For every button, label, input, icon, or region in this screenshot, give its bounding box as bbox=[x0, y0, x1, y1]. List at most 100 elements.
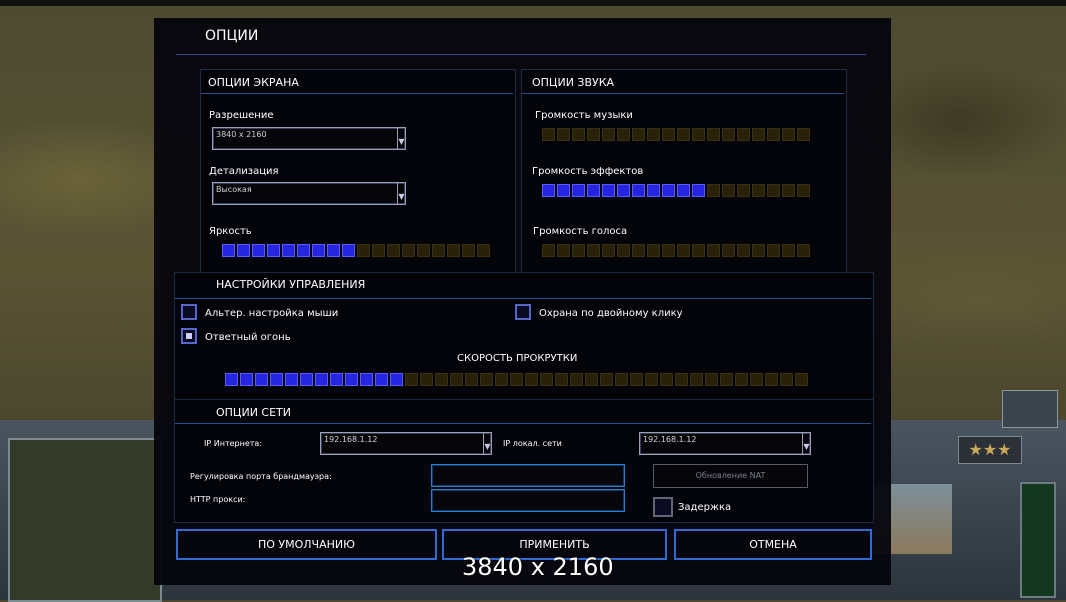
slider-segment[interactable] bbox=[617, 128, 630, 141]
slider-segment[interactable] bbox=[542, 184, 555, 197]
slider-segment[interactable] bbox=[797, 244, 810, 257]
slider-segment[interactable] bbox=[632, 128, 645, 141]
slider-segment[interactable] bbox=[795, 373, 808, 386]
slider-segment[interactable] bbox=[342, 244, 355, 257]
chevron-down-icon[interactable]: ▼ bbox=[802, 433, 810, 454]
defaults-button[interactable]: ПО УМОЛЧАНИЮ bbox=[176, 529, 437, 560]
http-proxy-input[interactable] bbox=[431, 489, 625, 512]
slider-segment[interactable] bbox=[222, 244, 235, 257]
slider-segment[interactable] bbox=[357, 244, 370, 257]
slider-segment[interactable] bbox=[587, 128, 600, 141]
scroll-speed-slider[interactable] bbox=[225, 373, 808, 386]
local-ip-dropdown[interactable]: 192.168.1.12 ▼ bbox=[639, 432, 811, 455]
voice-volume-slider[interactable] bbox=[542, 244, 810, 257]
slider-segment[interactable] bbox=[677, 244, 690, 257]
slider-segment[interactable] bbox=[675, 373, 688, 386]
slider-segment[interactable] bbox=[602, 184, 615, 197]
slider-segment[interactable] bbox=[435, 373, 448, 386]
slider-segment[interactable] bbox=[707, 128, 720, 141]
slider-segment[interactable] bbox=[237, 244, 250, 257]
chevron-down-icon[interactable]: ▼ bbox=[397, 128, 405, 149]
slider-segment[interactable] bbox=[632, 244, 645, 257]
slider-segment[interactable] bbox=[480, 373, 493, 386]
slider-segment[interactable] bbox=[405, 373, 418, 386]
delay-checkbox[interactable] bbox=[653, 497, 673, 517]
slider-segment[interactable] bbox=[450, 373, 463, 386]
slider-segment[interactable] bbox=[315, 373, 328, 386]
slider-segment[interactable] bbox=[525, 373, 538, 386]
slider-segment[interactable] bbox=[767, 184, 780, 197]
slider-segment[interactable] bbox=[420, 373, 433, 386]
slider-segment[interactable] bbox=[705, 373, 718, 386]
slider-segment[interactable] bbox=[617, 244, 630, 257]
slider-segment[interactable] bbox=[402, 244, 415, 257]
slider-segment[interactable] bbox=[722, 244, 735, 257]
slider-segment[interactable] bbox=[345, 373, 358, 386]
slider-segment[interactable] bbox=[510, 373, 523, 386]
slider-segment[interactable] bbox=[722, 184, 735, 197]
slider-segment[interactable] bbox=[780, 373, 793, 386]
slider-segment[interactable] bbox=[660, 373, 673, 386]
slider-segment[interactable] bbox=[617, 184, 630, 197]
slider-segment[interactable] bbox=[542, 244, 555, 257]
slider-segment[interactable] bbox=[692, 244, 705, 257]
slider-segment[interactable] bbox=[782, 184, 795, 197]
slider-segment[interactable] bbox=[690, 373, 703, 386]
slider-segment[interactable] bbox=[750, 373, 763, 386]
slider-segment[interactable] bbox=[752, 128, 765, 141]
slider-segment[interactable] bbox=[542, 128, 555, 141]
slider-segment[interactable] bbox=[645, 373, 658, 386]
double-click-guard-checkbox[interactable] bbox=[515, 304, 531, 320]
slider-segment[interactable] bbox=[662, 184, 675, 197]
return-fire-checkbox[interactable] bbox=[181, 328, 197, 344]
slider-segment[interactable] bbox=[692, 184, 705, 197]
slider-segment[interactable] bbox=[662, 128, 675, 141]
resolution-dropdown[interactable]: 3840 x 2160 ▼ bbox=[212, 127, 406, 150]
slider-segment[interactable] bbox=[267, 244, 280, 257]
slider-segment[interactable] bbox=[417, 244, 430, 257]
chevron-down-icon[interactable]: ▼ bbox=[483, 433, 491, 454]
slider-segment[interactable] bbox=[240, 373, 253, 386]
slider-segment[interactable] bbox=[270, 373, 283, 386]
slider-segment[interactable] bbox=[677, 128, 690, 141]
music-volume-slider[interactable] bbox=[542, 128, 810, 141]
slider-segment[interactable] bbox=[375, 373, 388, 386]
cancel-button[interactable]: ОТМЕНА bbox=[674, 529, 872, 560]
slider-segment[interactable] bbox=[447, 244, 460, 257]
internet-ip-dropdown[interactable]: 192.168.1.12 ▼ bbox=[320, 432, 492, 455]
slider-segment[interactable] bbox=[570, 373, 583, 386]
slider-segment[interactable] bbox=[557, 184, 570, 197]
slider-segment[interactable] bbox=[285, 373, 298, 386]
slider-segment[interactable] bbox=[387, 244, 400, 257]
slider-segment[interactable] bbox=[557, 244, 570, 257]
slider-segment[interactable] bbox=[767, 244, 780, 257]
alt-mouse-checkbox[interactable] bbox=[181, 304, 197, 320]
slider-segment[interactable] bbox=[600, 373, 613, 386]
slider-segment[interactable] bbox=[707, 184, 720, 197]
slider-segment[interactable] bbox=[797, 184, 810, 197]
slider-segment[interactable] bbox=[737, 244, 750, 257]
slider-segment[interactable] bbox=[572, 244, 585, 257]
slider-segment[interactable] bbox=[557, 128, 570, 141]
slider-segment[interactable] bbox=[752, 244, 765, 257]
slider-segment[interactable] bbox=[630, 373, 643, 386]
slider-segment[interactable] bbox=[587, 184, 600, 197]
slider-segment[interactable] bbox=[465, 373, 478, 386]
slider-segment[interactable] bbox=[432, 244, 445, 257]
slider-segment[interactable] bbox=[632, 184, 645, 197]
slider-segment[interactable] bbox=[300, 373, 313, 386]
nat-update-button[interactable]: Обновление NAT bbox=[653, 464, 808, 488]
slider-segment[interactable] bbox=[572, 128, 585, 141]
slider-segment[interactable] bbox=[782, 128, 795, 141]
slider-segment[interactable] bbox=[390, 373, 403, 386]
slider-segment[interactable] bbox=[330, 373, 343, 386]
slider-segment[interactable] bbox=[737, 184, 750, 197]
detail-dropdown[interactable]: Высокая ▼ bbox=[212, 182, 406, 205]
slider-segment[interactable] bbox=[615, 373, 628, 386]
slider-segment[interactable] bbox=[707, 244, 720, 257]
chevron-down-icon[interactable]: ▼ bbox=[397, 183, 405, 204]
slider-segment[interactable] bbox=[692, 128, 705, 141]
slider-segment[interactable] bbox=[555, 373, 568, 386]
slider-segment[interactable] bbox=[372, 244, 385, 257]
effects-volume-slider[interactable] bbox=[542, 184, 810, 197]
